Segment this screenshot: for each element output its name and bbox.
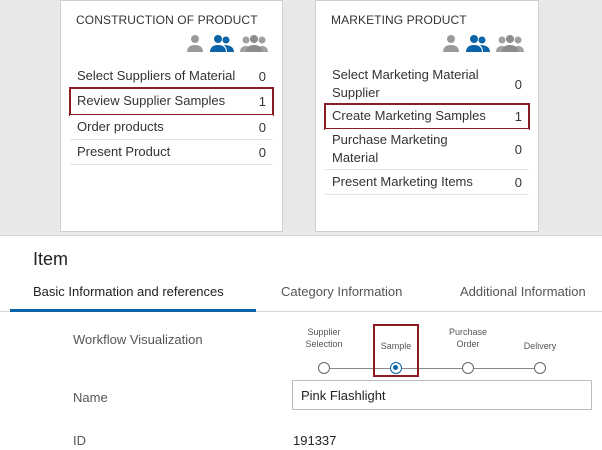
- task-count: 0: [514, 141, 522, 157]
- group-icon[interactable]: [240, 34, 268, 52]
- card-title: MARKETING PRODUCT: [331, 13, 467, 27]
- workflow-step-label: Purchase Order: [448, 327, 488, 349]
- workflow-step-label: Supplier Selection: [305, 327, 343, 349]
- active-tab-indicator: [10, 309, 256, 312]
- workflow-step-label: Delivery: [523, 341, 557, 351]
- tab-additional-information[interactable]: Additional Information: [460, 284, 586, 299]
- sample-step-highlight: [373, 324, 419, 377]
- workflow-visualization-label: Workflow Visualization: [73, 332, 203, 347]
- task-select-suppliers[interactable]: Select Suppliers of Material 0: [70, 65, 273, 88]
- task-count: 1: [514, 108, 522, 124]
- task-label: Present Marketing Items: [332, 174, 473, 189]
- task-order-products[interactable]: Order products 0: [70, 115, 273, 140]
- persona-icons: [186, 34, 268, 52]
- tab-bar: Basic Information and references Categor…: [0, 276, 602, 312]
- name-label: Name: [73, 390, 108, 405]
- task-label: Purchase Marketing Material: [332, 132, 448, 165]
- workflow-visualization: Supplier Selection Sample Purchase Order…: [296, 326, 576, 376]
- task-label: Create Marketing Samples: [332, 108, 486, 123]
- task-list: Select Suppliers of Material 0 Review Su…: [61, 65, 282, 165]
- team-icon[interactable]: [210, 34, 234, 52]
- task-label: Present Product: [77, 144, 171, 159]
- marketing-product-card: MARKETING PRODUCT Select Marketing Mater…: [315, 0, 539, 232]
- task-review-supplier-samples[interactable]: Review Supplier Samples 1: [69, 87, 274, 116]
- construction-of-product-card: CONSTRUCTION OF PRODUCT Select Suppliers…: [60, 0, 283, 232]
- task-select-marketing-material-supplier[interactable]: Select Marketing Material Supplier 0: [325, 65, 529, 104]
- task-count: 0: [514, 174, 522, 190]
- task-present-marketing-items[interactable]: Present Marketing Items 0: [325, 170, 529, 195]
- workflow-connector: [474, 368, 536, 369]
- task-count: 0: [258, 68, 266, 84]
- card-title: CONSTRUCTION OF PRODUCT: [76, 13, 258, 27]
- tab-category-information[interactable]: Category Information: [281, 284, 402, 299]
- workflow-step-purchase-order[interactable]: [462, 362, 474, 374]
- person-icon[interactable]: [442, 34, 460, 52]
- workflow-step-delivery[interactable]: [534, 362, 546, 374]
- task-label: Order products: [77, 119, 164, 134]
- task-create-marketing-samples[interactable]: Create Marketing Samples 1: [324, 103, 530, 130]
- id-label: ID: [73, 433, 86, 448]
- task-count: 0: [514, 76, 522, 92]
- task-count: 1: [258, 93, 266, 109]
- name-field[interactable]: [292, 380, 592, 410]
- task-present-product[interactable]: Present Product 0: [70, 140, 273, 165]
- persona-icons: [442, 34, 524, 52]
- task-label: Select Marketing Material Supplier: [332, 67, 479, 100]
- task-count: 0: [258, 144, 266, 160]
- person-icon[interactable]: [186, 34, 204, 52]
- task-purchase-marketing-material[interactable]: Purchase Marketing Material 0: [325, 129, 529, 170]
- item-panel: Item Basic Information and references Ca…: [0, 235, 602, 450]
- group-icon[interactable]: [496, 34, 524, 52]
- task-count: 0: [258, 119, 266, 135]
- task-label: Review Supplier Samples: [77, 93, 226, 108]
- page-title: Item: [33, 249, 69, 269]
- task-list: Select Marketing Material Supplier 0 Cre…: [316, 65, 538, 195]
- team-icon[interactable]: [466, 34, 490, 52]
- tab-basic-information[interactable]: Basic Information and references: [33, 284, 224, 299]
- id-value: 191337: [293, 433, 337, 448]
- workflow-step-supplier-selection[interactable]: [318, 362, 330, 374]
- task-label: Select Suppliers of Material: [77, 68, 236, 83]
